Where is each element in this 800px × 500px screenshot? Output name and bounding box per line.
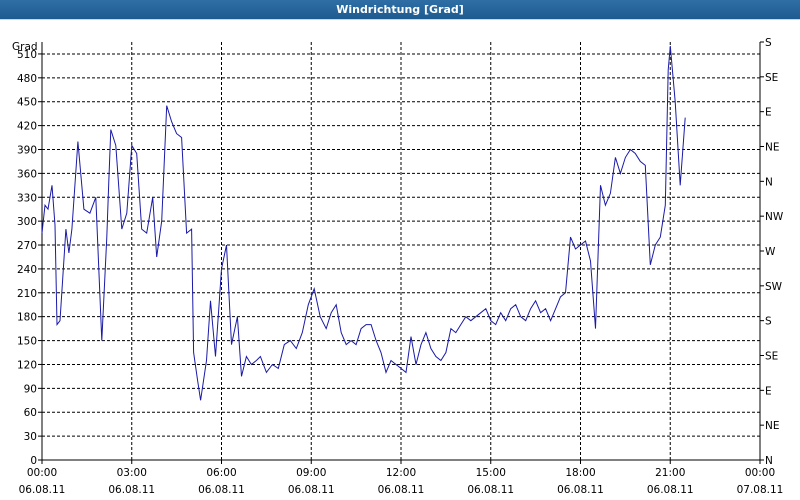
- right-tick-label: S: [765, 37, 772, 49]
- x-tick-time: 21:00: [655, 467, 685, 479]
- x-tick-time: 12:00: [386, 467, 416, 479]
- right-tick-label: W: [765, 246, 776, 258]
- y-tick-label: 330: [17, 192, 37, 204]
- x-tick-date: 06.08.11: [288, 484, 335, 496]
- right-tick-label: NE: [765, 142, 780, 154]
- right-tick-label: E: [765, 385, 772, 397]
- right-tick-label: NW: [765, 211, 784, 223]
- y-tick-label: 300: [17, 216, 37, 228]
- y-tick-label: 450: [17, 97, 37, 109]
- y-axis-ticks: 0 30 60 90 120 150 180 210 240 270 300 330 360 390 420…: [17, 49, 42, 467]
- chart-title: Windrichtung [Grad]: [0, 0, 800, 20]
- right-tick-label: S: [765, 316, 772, 328]
- y-tick-label: 210: [17, 288, 37, 300]
- y-tick-label: 420: [17, 121, 37, 133]
- y-tick-label: 150: [17, 336, 37, 348]
- y-tick-label: 120: [17, 359, 37, 371]
- chart: Grad 03060901201501802102402703003303603…: [12, 37, 784, 496]
- y-tick-label: 60: [24, 407, 37, 419]
- x-tick-date: 06.08.11: [108, 484, 155, 496]
- x-tick-time: 18:00: [565, 467, 595, 479]
- x-tick-time: 00:00: [27, 467, 57, 479]
- right-tick-label: SE: [765, 351, 778, 363]
- right-tick-label: NE: [765, 420, 780, 432]
- y-tick-label: 90: [24, 383, 37, 395]
- y-tick-label: 0: [30, 455, 37, 467]
- x-tick-time: 03:00: [117, 467, 147, 479]
- y-tick-label: 30: [24, 431, 37, 443]
- x-axis-ticks: 00:00 06.08.11 03:00 06.08.11 06:00 06.08.11 0…: [19, 460, 784, 496]
- y-tick-label: 480: [17, 73, 37, 85]
- y-tick-label: 240: [17, 264, 37, 276]
- right-tick-label: SW: [765, 281, 783, 293]
- x-tick-date: 07.08.11: [737, 484, 784, 496]
- x-tick-time: 06:00: [206, 467, 236, 479]
- y-tick-label: 510: [17, 49, 37, 61]
- gridlines: [42, 42, 760, 460]
- x-tick-date: 06.08.11: [378, 484, 425, 496]
- x-tick-date: 06.08.11: [557, 484, 604, 496]
- x-tick-time: 09:00: [296, 467, 326, 479]
- x-tick-date: 06.08.11: [19, 484, 66, 496]
- right-tick-label: N: [765, 455, 773, 467]
- y-tick-label: 180: [17, 312, 37, 324]
- y-tick-label: 390: [17, 144, 37, 156]
- y-tick-label: 270: [17, 240, 37, 252]
- right-tick-label: E: [765, 107, 772, 119]
- series-line: [41, 45, 686, 401]
- x-tick-date: 06.08.11: [647, 484, 694, 496]
- x-tick-date: 06.08.11: [198, 484, 245, 496]
- y-tick-label: 360: [17, 168, 37, 180]
- right-tick-label: N: [765, 176, 773, 188]
- right-axis-ticks: N NE E SE S SW W NW N NE E SE S: [760, 37, 784, 467]
- x-tick-date: 06.08.11: [467, 484, 514, 496]
- x-tick-time: 00:00: [745, 467, 775, 479]
- x-tick-time: 15:00: [476, 467, 506, 479]
- right-tick-label: SE: [765, 72, 778, 84]
